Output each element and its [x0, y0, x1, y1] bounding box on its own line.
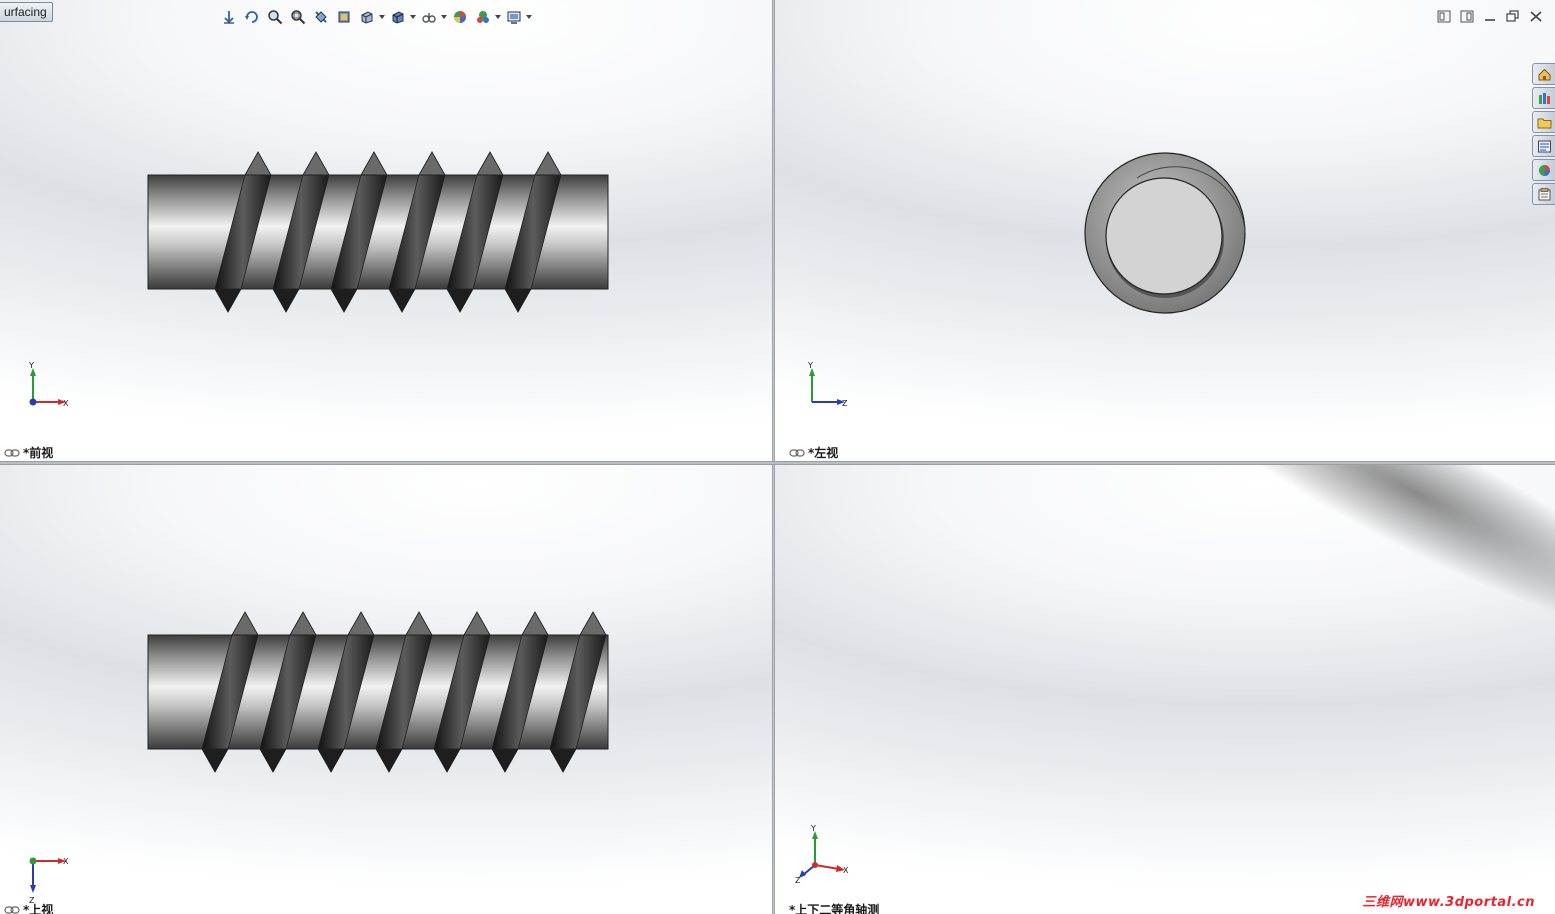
- rotate-view-icon[interactable]: [241, 7, 262, 27]
- view-label-front: *前视: [4, 444, 53, 461]
- link-views-icon: [4, 448, 20, 457]
- thread-flight: [360, 151, 388, 176]
- display-style-dropdown[interactable]: [379, 7, 385, 27]
- hide-show-items-icon[interactable]: [387, 7, 408, 27]
- minimize-icon[interactable]: [1480, 8, 1499, 25]
- view-palette-icon[interactable]: [1532, 135, 1555, 157]
- thread-flight: [347, 611, 375, 636]
- custom-properties-icon[interactable]: [1532, 183, 1555, 205]
- thread-flight: [289, 611, 317, 636]
- view-settings-dropdown[interactable]: [526, 7, 532, 27]
- thread-flight: [317, 748, 345, 773]
- viewport-isometric[interactable]: Y X Z *上下二等角轴测: [775, 465, 1555, 914]
- thread-flight: [330, 288, 358, 313]
- axis-y-label: Y: [28, 361, 34, 370]
- appearances-scenes-icon[interactable]: [1532, 159, 1555, 181]
- front-view-model: [147, 151, 609, 313]
- thread-flight: [521, 611, 549, 636]
- thread-flight: [405, 611, 433, 636]
- thread-flight: [534, 151, 562, 176]
- triad-left: Y Z: [807, 361, 848, 408]
- zoom-to-fit-icon[interactable]: [264, 7, 285, 27]
- viewport-front[interactable]: Y X *前视: [0, 0, 772, 461]
- display-manager-icon[interactable]: [503, 7, 524, 27]
- view-name-front: *前视: [23, 446, 54, 460]
- axis-x-label: X: [63, 399, 69, 408]
- view-name-iso: *上下二等角轴测: [789, 903, 880, 914]
- task-pane-tabs: [1532, 63, 1555, 205]
- solidworks-resources-icon[interactable]: [1532, 63, 1555, 85]
- thread-flight: [579, 611, 607, 636]
- restore-icon[interactable]: [1503, 8, 1522, 25]
- tab-surfacing[interactable]: urfacing: [0, 2, 53, 22]
- triad-iso: Y X Z: [795, 824, 849, 885]
- thread-flight: [418, 151, 446, 176]
- triad-top: X Z: [29, 857, 69, 905]
- thread-flight: [214, 288, 242, 313]
- thread-flight: [446, 288, 474, 313]
- previous-view-icon[interactable]: [218, 7, 239, 27]
- view-orientation-icon[interactable]: [333, 7, 354, 27]
- view-name-top: *上视: [23, 903, 54, 914]
- thread-flight: [302, 151, 330, 176]
- apply-scene-icon[interactable]: [449, 7, 470, 27]
- viewport-top[interactable]: X Z *上视: [0, 465, 772, 914]
- heads-up-view-toolbar: [218, 6, 532, 28]
- thread-flight: [375, 748, 403, 773]
- thread-flight: [231, 611, 259, 636]
- solidworks-window: Y X *前视 Y Z *左视 X Z *上视 Y X Z *上下二等角轴测 u…: [0, 0, 1555, 914]
- appearance-dropdown[interactable]: [441, 7, 447, 27]
- view-label-left: *左视: [789, 444, 838, 461]
- watermark: 三维网www.3dportal.cn: [1362, 895, 1535, 910]
- scene-dropdown[interactable]: [495, 7, 501, 27]
- axis-z-label: Z: [842, 399, 848, 408]
- thread-flight: [433, 748, 461, 773]
- hide-show-dropdown[interactable]: [410, 7, 416, 27]
- axis-x-label: X: [63, 857, 69, 866]
- display-style-icon[interactable]: [356, 7, 377, 27]
- thread-flight: [504, 288, 532, 313]
- axis-z-label: Z: [795, 876, 801, 885]
- thread-flight: [491, 748, 519, 773]
- section-view-icon[interactable]: [310, 7, 331, 27]
- design-library-icon[interactable]: [1532, 87, 1555, 109]
- file-explorer-icon[interactable]: [1532, 111, 1555, 133]
- link-views-icon: [4, 905, 20, 914]
- top-view-model: [147, 611, 609, 773]
- axis-y-label: Y: [807, 361, 813, 370]
- tile-horizontal-icon[interactable]: [1434, 8, 1453, 25]
- left-view-model: [1084, 152, 1246, 314]
- thread-flight: [244, 151, 272, 176]
- thread-flight: [476, 151, 504, 176]
- thread-flight: [463, 611, 491, 636]
- model-shadow: [1156, 465, 1555, 634]
- zoom-to-area-icon[interactable]: [287, 7, 308, 27]
- axis-x-label: X: [843, 866, 849, 875]
- thread-flight: [259, 748, 287, 773]
- view-label-top: *上视: [4, 901, 53, 914]
- triad-front: Y X: [28, 361, 69, 408]
- isometric-view-model: [1156, 465, 1555, 634]
- edit-appearance-icon[interactable]: [418, 7, 439, 27]
- view-name-left: *左视: [808, 446, 839, 460]
- link-views-icon: [789, 448, 805, 457]
- viewport-left[interactable]: Y Z *左视: [775, 0, 1555, 461]
- thread-flight: [272, 288, 300, 313]
- viewport-splitter-horizontal[interactable]: [0, 461, 1555, 465]
- viewport-splitter-vertical[interactable]: [772, 0, 775, 914]
- close-icon[interactable]: [1526, 8, 1545, 25]
- view-label-iso: *上下二等角轴测: [789, 901, 879, 914]
- view-settings-icon[interactable]: [472, 7, 493, 27]
- thread-flight: [201, 748, 229, 773]
- thread-flight: [388, 288, 416, 313]
- window-controls: [1434, 8, 1545, 25]
- thread-flight: [549, 748, 577, 773]
- axis-y-label: Y: [810, 824, 816, 833]
- tile-vertical-icon[interactable]: [1457, 8, 1476, 25]
